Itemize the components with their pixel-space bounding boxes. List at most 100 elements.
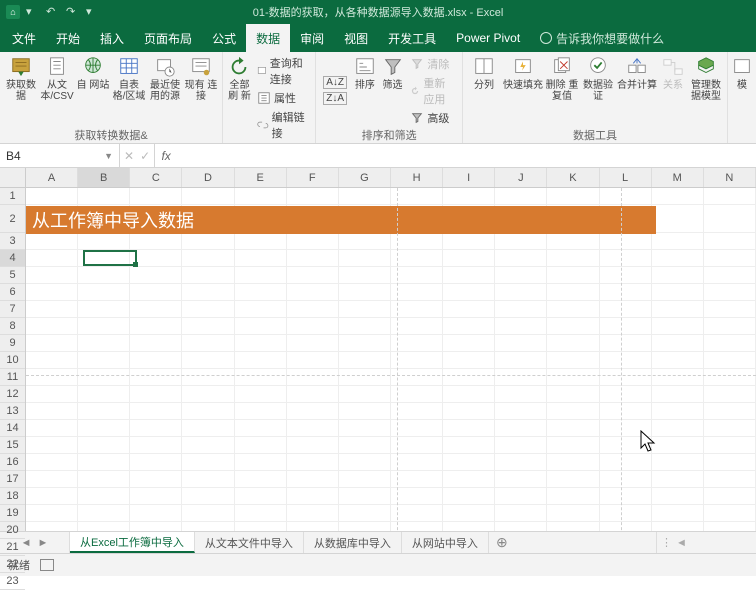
spreadsheet-grid[interactable]: 1234567891011121314151617181920212223 AB… xyxy=(0,168,756,531)
enter-formula-icon[interactable]: ✓ xyxy=(140,149,150,163)
edit-links-button[interactable]: 编辑链接 xyxy=(254,108,311,142)
row-header-6[interactable]: 6 xyxy=(0,284,25,301)
links-icon xyxy=(257,118,269,132)
sheet-next-icon[interactable]: ► xyxy=(38,537,49,549)
row-header-18[interactable]: 18 xyxy=(0,488,25,505)
row-header-15[interactable]: 15 xyxy=(0,437,25,454)
sort-za-button[interactable]: Z↓A xyxy=(320,91,350,106)
overflow-button[interactable]: 模 xyxy=(732,54,752,127)
row-header-8[interactable]: 8 xyxy=(0,318,25,335)
row-header-4[interactable]: 4 xyxy=(0,250,25,267)
name-box[interactable]: B4 ▼ xyxy=(0,144,120,167)
data-validation-button[interactable]: 数据验 证 xyxy=(581,54,615,127)
col-header-N[interactable]: N xyxy=(704,168,756,187)
select-all-corner[interactable] xyxy=(0,168,25,188)
col-header-K[interactable]: K xyxy=(547,168,599,187)
tab-developer[interactable]: 开发工具 xyxy=(378,24,446,52)
banner-cell[interactable]: 从工作簿中导入数据 xyxy=(26,206,656,234)
sort-button[interactable]: 排序 xyxy=(352,54,378,127)
consolidate-icon xyxy=(626,56,648,78)
macro-record-icon[interactable] xyxy=(40,559,54,571)
flash-fill-button[interactable]: 快速填充 xyxy=(503,54,543,127)
row-header-11[interactable]: 11 xyxy=(0,369,25,386)
relationships-button[interactable]: 关系 xyxy=(659,54,687,127)
col-header-L[interactable]: L xyxy=(600,168,652,187)
tab-formulas[interactable]: 公式 xyxy=(202,24,246,52)
get-data-button[interactable]: 获取数 据 xyxy=(4,54,38,127)
sheet-tab-1[interactable]: 从文本文件中导入 xyxy=(195,532,304,553)
fx-icon[interactable]: fx xyxy=(155,144,177,167)
sort-az-icon: A↓Z xyxy=(323,76,347,89)
row-header-16[interactable]: 16 xyxy=(0,454,25,471)
qat-redo-icon[interactable]: ↷ xyxy=(66,5,80,19)
tab-data[interactable]: 数据 xyxy=(246,24,290,52)
from-web-button[interactable]: 自 网站 xyxy=(76,54,110,127)
qat-customize-icon[interactable]: ▾ xyxy=(86,5,100,19)
recent-sources-button[interactable]: 最近使 用的源 xyxy=(148,54,182,127)
col-header-J[interactable]: J xyxy=(495,168,547,187)
row-header-5[interactable]: 5 xyxy=(0,267,25,284)
col-header-A[interactable]: A xyxy=(26,168,78,187)
tab-insert[interactable]: 插入 xyxy=(90,24,134,52)
row-header-21[interactable]: 21 xyxy=(0,539,25,556)
properties-button[interactable]: 属性 xyxy=(254,89,311,107)
col-header-F[interactable]: F xyxy=(287,168,339,187)
group-label-data-tools: 数据工具 xyxy=(467,127,723,143)
manage-data-model-button[interactable]: 管理数 据模型 xyxy=(689,54,723,127)
qat-save-icon[interactable]: ▾ xyxy=(26,5,40,19)
sheet-tab-2[interactable]: 从数据库中导入 xyxy=(304,532,402,553)
from-table-range-button[interactable]: 自表 格/区域 xyxy=(112,54,146,127)
cells-area[interactable]: 从工作簿中导入数据 xyxy=(26,188,756,531)
row-header-1[interactable]: 1 xyxy=(0,188,25,205)
tab-pagelayout[interactable]: 页面布局 xyxy=(134,24,202,52)
tab-file[interactable]: 文件 xyxy=(2,24,46,52)
consolidate-button[interactable]: 合并计算 xyxy=(617,54,657,127)
sheet-tab-0[interactable]: 从Excel工作簿中导入 xyxy=(70,532,195,553)
sort-icon xyxy=(354,56,376,78)
col-header-D[interactable]: D xyxy=(182,168,234,187)
remove-duplicates-button[interactable]: 删除 重复值 xyxy=(545,54,579,127)
tab-home[interactable]: 开始 xyxy=(46,24,90,52)
formula-input[interactable] xyxy=(177,144,756,167)
row-header-14[interactable]: 14 xyxy=(0,420,25,437)
row-header-7[interactable]: 7 xyxy=(0,301,25,318)
tab-review[interactable]: 审阅 xyxy=(290,24,334,52)
col-header-G[interactable]: G xyxy=(339,168,391,187)
tab-view[interactable]: 视图 xyxy=(334,24,378,52)
row-header-2[interactable]: 2 xyxy=(0,205,25,233)
row-header-19[interactable]: 19 xyxy=(0,505,25,522)
cancel-formula-icon[interactable]: ✕ xyxy=(124,149,134,163)
row-header-20[interactable]: 20 xyxy=(0,522,25,539)
tab-powerpivot[interactable]: Power Pivot xyxy=(446,24,530,52)
sheet-tab-3[interactable]: 从网站中导入 xyxy=(402,532,489,553)
filter-button[interactable]: 筛选 xyxy=(380,54,406,127)
col-header-B[interactable]: B xyxy=(78,168,130,187)
row-header-10[interactable]: 10 xyxy=(0,352,25,369)
queries-connections-button[interactable]: 查询和连接 xyxy=(254,54,311,88)
col-header-I[interactable]: I xyxy=(443,168,495,187)
sort-az-button[interactable]: A↓Z xyxy=(320,75,350,90)
relationships-icon xyxy=(662,56,684,78)
row-header-3[interactable]: 3 xyxy=(0,233,25,250)
add-sheet-button[interactable]: ⊕ xyxy=(489,532,515,553)
name-box-dropdown-icon[interactable]: ▼ xyxy=(104,151,113,161)
row-header-13[interactable]: 13 xyxy=(0,403,25,420)
horizontal-scroll[interactable]: ⋮◄ xyxy=(656,532,756,553)
col-header-E[interactable]: E xyxy=(235,168,287,187)
row-header-9[interactable]: 9 xyxy=(0,335,25,352)
row-header-22[interactable]: 22 xyxy=(0,556,25,573)
advanced-filter-button[interactable]: 高级 xyxy=(407,109,458,127)
text-to-columns-button[interactable]: 分列 xyxy=(467,54,501,127)
refresh-all-button[interactable]: 全部刷 新 xyxy=(227,54,252,142)
group-label-sort-filter: 排序和筛选 xyxy=(320,127,458,143)
col-header-H[interactable]: H xyxy=(391,168,443,187)
col-header-C[interactable]: C xyxy=(130,168,182,187)
row-header-12[interactable]: 12 xyxy=(0,386,25,403)
existing-connections-button[interactable]: 现有 连接 xyxy=(184,54,218,127)
col-header-M[interactable]: M xyxy=(652,168,704,187)
data-validation-icon xyxy=(587,56,609,78)
qat-undo-icon[interactable]: ↶ xyxy=(46,5,60,19)
from-text-csv-button[interactable]: 从文 本/CSV xyxy=(40,54,74,127)
row-header-17[interactable]: 17 xyxy=(0,471,25,488)
tell-me[interactable]: 告诉我你想要做什么 xyxy=(530,24,664,52)
